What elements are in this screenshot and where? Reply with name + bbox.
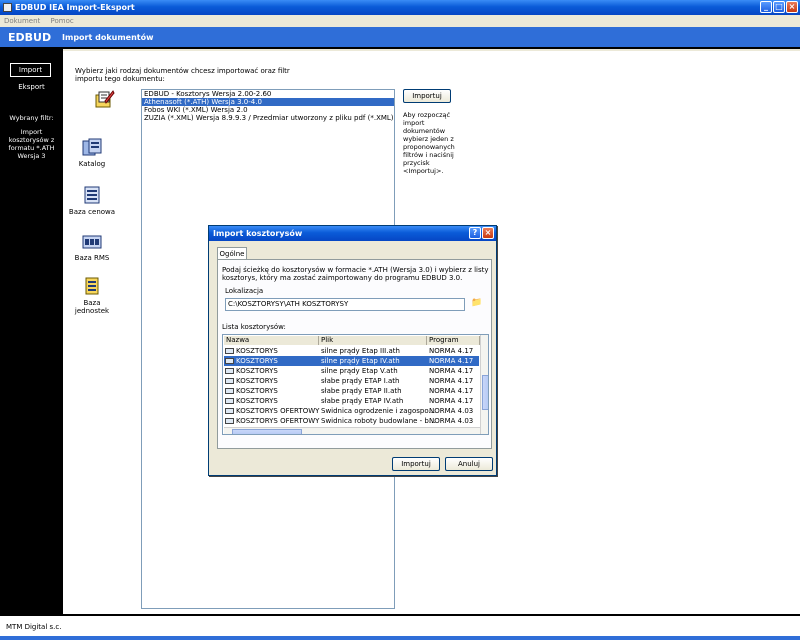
section-header: EDBUD Import dokumentów [0, 27, 800, 49]
sidebar-filter-label: Wybrany filtr: [9, 114, 54, 122]
table-row[interactable]: KOSZTORYS silne prądy Etap III.ath NORMA 4… [224, 346, 479, 356]
menubar: Dokument Pomoc [0, 15, 800, 27]
dialog-description: Podaj ścieżkę do kosztorysów w formacie … [222, 266, 489, 282]
rms-base-icon [81, 231, 103, 251]
document-type-label: Baza jednostek [74, 299, 110, 315]
column-header-program[interactable]: Program [427, 336, 480, 345]
sidebar-export-link[interactable]: Eksport [0, 83, 63, 91]
file-icon [225, 388, 234, 394]
units-base-icon [81, 276, 103, 296]
menu-dokument[interactable]: Dokument [4, 17, 40, 25]
menu-pomoc[interactable]: Pomoc [51, 17, 74, 25]
minimize-button[interactable]: _ [760, 1, 772, 13]
horizontal-scrollbar[interactable] [224, 427, 480, 434]
document-type-baza-rms[interactable]: Baza RMS [63, 231, 121, 262]
folder-icon[interactable]: 📁 [470, 298, 484, 311]
dialog-titlebar: Import kosztorysów ? × [209, 226, 496, 241]
list-label: Lista kosztorysów: [222, 323, 286, 331]
brand-label: EDBUD [8, 31, 52, 44]
dialog-import-button[interactable]: Importuj [392, 457, 440, 471]
file-table[interactable]: Nazwa Plik Program KOSZTORYS silne prądy … [222, 334, 489, 435]
close-button[interactable]: × [786, 1, 798, 13]
vertical-scrollbar[interactable] [480, 335, 488, 434]
table-row[interactable]: KOSZTORYS słabe prądy ETAP IV.ath NORMA 4.… [224, 396, 479, 406]
import-dialog: Import kosztorysów ? × Ogólne Podaj ście… [208, 225, 497, 476]
file-icon [225, 408, 234, 414]
document-type-label: Baza cenowa [68, 208, 116, 216]
app-icon [3, 3, 12, 12]
main-import-button[interactable]: Importuj [403, 89, 451, 103]
filter-item[interactable]: ZUZIA (*.XML) Wersja 8.9.9.3 / Przedmiar… [142, 114, 394, 122]
company-label: MTM Digital s.c. [6, 623, 62, 631]
help-button[interactable]: ? [469, 227, 481, 239]
file-icon [225, 358, 234, 364]
table-row[interactable]: KOSZTORYS OFERTOWY Swidnica roboty budowl… [224, 416, 479, 426]
document-type-baza-jednostek[interactable]: Baza jednostek [63, 276, 121, 315]
instruction-text: Wybierz jaki rodzaj dokumentów chcesz im… [75, 67, 290, 83]
document-type-baza-cenowa[interactable]: Baza cenowa [63, 185, 121, 216]
kosztorys-icon [93, 89, 115, 109]
import-hint: Aby rozpocząć import dokumentów wybierz … [403, 111, 455, 175]
dialog-title: Import kosztorysów [213, 229, 303, 238]
file-icon [225, 368, 234, 374]
sidebar: Import Eksport Wybrany filtr: Import kos… [0, 49, 63, 625]
window-title: EDBUD IEA Import-Eksport [15, 3, 135, 12]
filter-item[interactable]: EDBUD - Kosztorys Wersja 2.00-2.60 [142, 90, 394, 98]
file-icon [225, 348, 234, 354]
sidebar-filter-value: Import kosztorysów z formatu *.ATH Wersj… [8, 128, 55, 160]
table-row[interactable]: KOSZTORYS słabe prądy ETAP I.ath NORMA 4.1… [224, 376, 479, 386]
section-heading: Import dokumentów [62, 33, 154, 42]
column-header-plik[interactable]: Plik [319, 336, 427, 345]
location-input[interactable]: C:\KOSZTORYSY\ATH KOSZTORYSY [225, 298, 465, 311]
filter-item-selected[interactable]: Athenasoft (*.ATH) Wersja 3.0-4.0 [142, 98, 394, 106]
vertical-scrollbar-thumb[interactable] [482, 375, 488, 410]
sidebar-import-button[interactable]: Import [10, 63, 51, 77]
table-row-selected[interactable]: KOSZTORYS silne prądy Etap IV.ath NORMA 4.… [224, 356, 479, 366]
dialog-close-button[interactable]: × [482, 227, 494, 239]
window-titlebar: EDBUD IEA Import-Eksport _ □ × [0, 0, 800, 15]
document-type-label: Katalog [78, 160, 106, 168]
price-base-icon [81, 185, 103, 205]
file-icon [225, 378, 234, 384]
file-icon [225, 398, 234, 404]
document-type-kosztorys[interactable]: Kosztorys [75, 89, 133, 120]
filter-item[interactable]: Fobos WKI (*.XML) Wersja 2.0 [142, 106, 394, 114]
catalog-icon [81, 137, 103, 157]
location-label: Lokalizacja [225, 287, 264, 295]
document-type-label: Baza RMS [74, 254, 110, 262]
bottom-accent [0, 636, 800, 640]
column-header-nazwa[interactable]: Nazwa [224, 336, 319, 345]
document-type-katalog[interactable]: Katalog [63, 137, 121, 168]
table-row[interactable]: KOSZTORYS OFERTOWY Swidnica ogrodzenie i … [224, 406, 479, 416]
tab-panel: Podaj ścieżkę do kosztorysów w formacie … [217, 259, 492, 449]
table-row[interactable]: KOSZTORYS silne prądy Etap V.ath NORMA 4.1… [224, 366, 479, 376]
dialog-cancel-button[interactable]: Anuluj [445, 457, 493, 471]
table-row[interactable]: KOSZTORYS słabe prądy ETAP II.ath NORMA 4.… [224, 386, 479, 396]
file-icon [225, 418, 234, 424]
maximize-button[interactable]: □ [773, 1, 785, 13]
document-type-label: Kosztorys [87, 112, 121, 120]
horizontal-scrollbar-thumb[interactable] [232, 429, 302, 434]
